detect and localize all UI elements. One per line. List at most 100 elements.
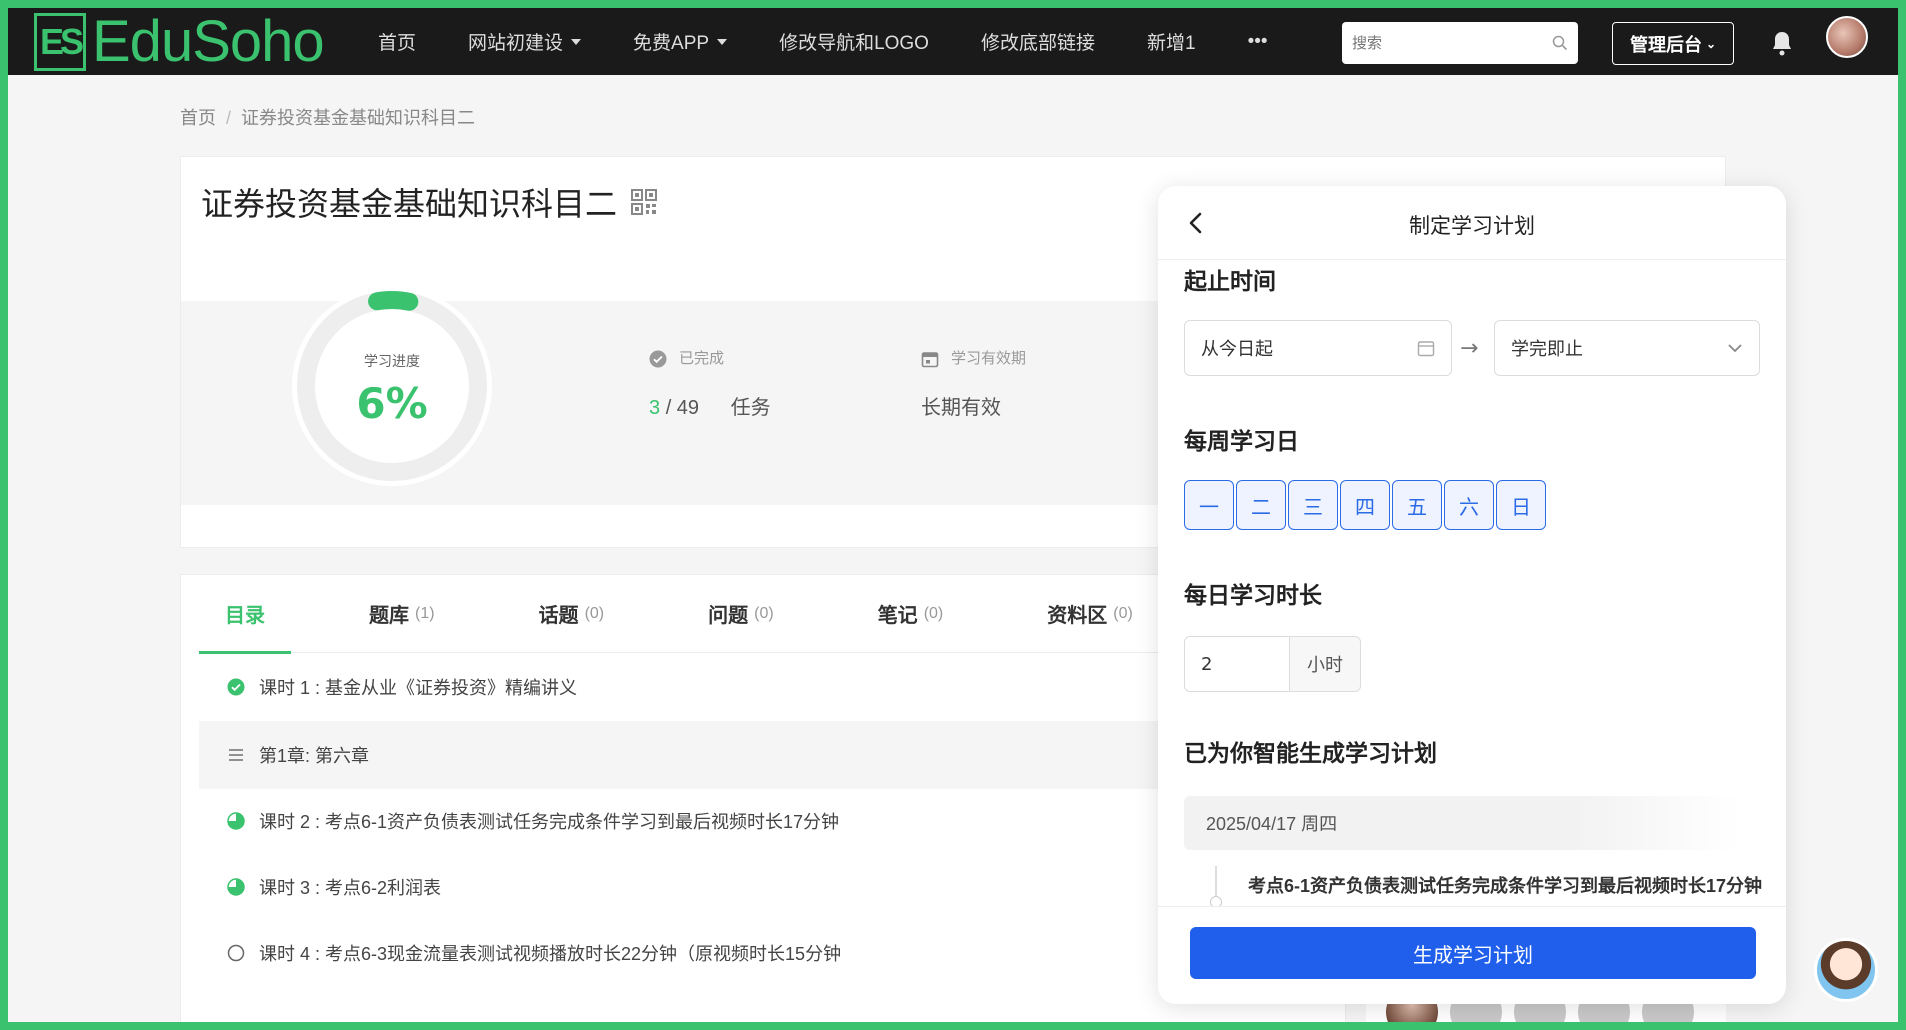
validity-stat-label: 学习有效期 bbox=[921, 347, 1026, 368]
tab-label: 资料区 bbox=[1047, 605, 1108, 627]
task-unit: 任务 bbox=[730, 397, 771, 419]
weekday-button-2[interactable]: 三 bbox=[1288, 480, 1338, 530]
ai-assistant-avatar[interactable] bbox=[1814, 938, 1878, 1002]
tab-label: 问题 bbox=[708, 605, 749, 627]
lesson-title: 课时 4 : 考点6-3现金流量表测试视频播放时长22分钟（原视频时长15分钟 bbox=[259, 944, 842, 964]
admin-dashboard-button[interactable]: 管理后台 ⌄ bbox=[1612, 22, 1734, 65]
weekday-button-3[interactable]: 四 bbox=[1340, 480, 1390, 530]
plan-item-title: 考点6-1资产负债表测试任务完成条件学习到最后视频时长17分钟 bbox=[1248, 876, 1763, 896]
validity-value: 长期有效 bbox=[921, 397, 1001, 419]
chevron-down-icon: ⌄ bbox=[1705, 36, 1717, 51]
tab-4[interactable]: 笔记 (0) bbox=[852, 575, 970, 653]
study-plan-panel: 制定学习计划 起止时间 从今日起 → 学完即止 每周学习日 一二三四五六日 每日… bbox=[1158, 186, 1786, 1004]
start-date-value: 从今日起 bbox=[1201, 339, 1273, 359]
date-range-title: 起止时间 bbox=[1184, 268, 1276, 294]
tab-count: (0) bbox=[754, 604, 774, 622]
lesson-title: 课时 1 : 基金从业《证券投资》精编讲义 bbox=[259, 678, 578, 698]
nav-more-button[interactable]: ••• bbox=[1248, 31, 1268, 53]
bell-icon[interactable] bbox=[1770, 30, 1794, 56]
empty-circle-icon bbox=[227, 944, 245, 962]
tab-label: 笔记 bbox=[877, 605, 918, 627]
nav-item-label: 修改导航和LOGO bbox=[779, 33, 929, 54]
tab-label: 目录 bbox=[225, 605, 265, 627]
tab-count: (0) bbox=[1113, 604, 1133, 622]
tab-label: 话题 bbox=[538, 605, 579, 627]
half-progress-icon bbox=[227, 812, 245, 830]
course-title: 证券投资基金基础知识科目二 bbox=[201, 179, 658, 225]
course-title-text: 证券投资基金基础知识科目二 bbox=[201, 186, 618, 222]
weekday-button-4[interactable]: 五 bbox=[1392, 480, 1442, 530]
nav-item-edit-footer[interactable]: 修改底部链接 bbox=[981, 28, 1095, 55]
progress-value: 6% bbox=[356, 379, 428, 428]
nav-item-label: 首页 bbox=[378, 33, 417, 54]
app-frame: ES EduSoho 首页 网站初建设 免费APP 修改导航和LOGO 修改底部… bbox=[8, 8, 1898, 1022]
logo-mark: ES bbox=[34, 12, 86, 71]
tab-0[interactable]: 目录 bbox=[199, 575, 291, 654]
total-count: / 49 bbox=[665, 397, 700, 419]
nav-item-label: 网站初建设 bbox=[468, 33, 564, 54]
check-circle-icon bbox=[649, 350, 667, 368]
main-nav: 首页 网站初建设 免费APP 修改导航和LOGO 修改底部链接 新增1 ••• bbox=[378, 8, 1320, 75]
generate-plan-button[interactable]: 生成学习计划 bbox=[1190, 927, 1756, 979]
generated-plan-title: 已为你智能生成学习计划 bbox=[1184, 740, 1437, 766]
breadcrumb-current: 证券投资基金基础知识科目二 bbox=[241, 108, 476, 128]
top-navbar: ES EduSoho 首页 网站初建设 免费APP 修改导航和LOGO 修改底部… bbox=[8, 8, 1898, 75]
plan-date-header: 2025/04/17 周四 bbox=[1184, 796, 1740, 850]
completed-stat-label: 已完成 bbox=[649, 347, 724, 368]
caret-down-icon bbox=[571, 38, 582, 45]
nav-item-free-app[interactable]: 免费APP bbox=[633, 28, 728, 55]
panel-footer: 生成学习计划 bbox=[1158, 906, 1786, 1004]
tab-count: (0) bbox=[923, 604, 944, 622]
tab-label: 题库 bbox=[369, 605, 409, 627]
check-circle-icon bbox=[227, 678, 245, 696]
tab-3[interactable]: 问题 (0) bbox=[682, 575, 800, 653]
duration-unit: 小时 bbox=[1289, 636, 1361, 692]
tab-count: (0) bbox=[584, 604, 605, 622]
weekday-button-5[interactable]: 六 bbox=[1444, 480, 1494, 530]
tab-5[interactable]: 资料区 (0) bbox=[1021, 575, 1159, 653]
search-box bbox=[1342, 22, 1578, 64]
validity-label: 学习有效期 bbox=[951, 350, 1027, 367]
weekdays-title: 每周学习日 bbox=[1184, 428, 1299, 454]
breadcrumb: 首页 / 证券投资基金基础知识科目二 bbox=[180, 104, 475, 130]
daily-duration-input[interactable]: 2 bbox=[1184, 636, 1290, 692]
nav-item-edit-nav-logo[interactable]: 修改导航和LOGO bbox=[779, 28, 929, 55]
chevron-down-icon bbox=[1728, 344, 1742, 353]
timeline-line bbox=[1215, 866, 1217, 900]
duration-title: 每日学习时长 bbox=[1184, 582, 1322, 608]
nav-item-site-setup[interactable]: 网站初建设 bbox=[468, 28, 582, 55]
progress-label: 学习进度 bbox=[364, 354, 420, 370]
end-date-value: 学完即止 bbox=[1511, 339, 1583, 359]
nav-item-label: 免费APP bbox=[633, 33, 710, 54]
logo-text: EduSoho bbox=[92, 9, 325, 74]
site-logo[interactable]: ES EduSoho bbox=[34, 8, 325, 75]
user-avatar[interactable] bbox=[1826, 16, 1868, 58]
breadcrumb-separator: / bbox=[226, 108, 232, 128]
weekday-button-1[interactable]: 二 bbox=[1236, 480, 1286, 530]
lesson-title: 课时 2 : 考点6-1资产负债表测试任务完成条件学习到最后视频时长17分钟 bbox=[259, 812, 840, 832]
admin-label: 管理后台 bbox=[1629, 34, 1702, 55]
progress-ring: 学习进度 6% bbox=[287, 281, 497, 491]
breadcrumb-home[interactable]: 首页 bbox=[180, 108, 216, 128]
nav-item-label: 新增1 bbox=[1146, 33, 1196, 54]
search-icon[interactable] bbox=[1552, 35, 1568, 51]
nav-item-new1[interactable]: 新增1 bbox=[1147, 28, 1196, 55]
tab-1[interactable]: 题库 (1) bbox=[343, 575, 461, 653]
more-dots-icon: ••• bbox=[1247, 30, 1268, 52]
start-date-field[interactable]: 从今日起 bbox=[1184, 320, 1452, 376]
completed-count: 3 bbox=[649, 397, 661, 419]
panel-title: 制定学习计划 bbox=[1409, 215, 1535, 238]
end-date-select[interactable]: 学完即止 bbox=[1494, 320, 1760, 376]
qr-code-icon[interactable] bbox=[631, 189, 658, 215]
calendar-icon bbox=[921, 352, 939, 368]
calendar-icon bbox=[1417, 341, 1435, 357]
arrow-right-icon: → bbox=[1460, 336, 1479, 361]
completed-stat-value: 3 / 49 任务 bbox=[649, 391, 771, 420]
list-icon bbox=[229, 749, 243, 761]
tab-2[interactable]: 话题 (0) bbox=[513, 575, 631, 653]
weekday-button-0[interactable]: 一 bbox=[1184, 480, 1234, 530]
nav-item-home[interactable]: 首页 bbox=[378, 28, 416, 55]
search-input[interactable] bbox=[1352, 34, 1552, 52]
weekday-button-6[interactable]: 日 bbox=[1496, 480, 1546, 530]
panel-header: 制定学习计划 bbox=[1158, 186, 1786, 260]
